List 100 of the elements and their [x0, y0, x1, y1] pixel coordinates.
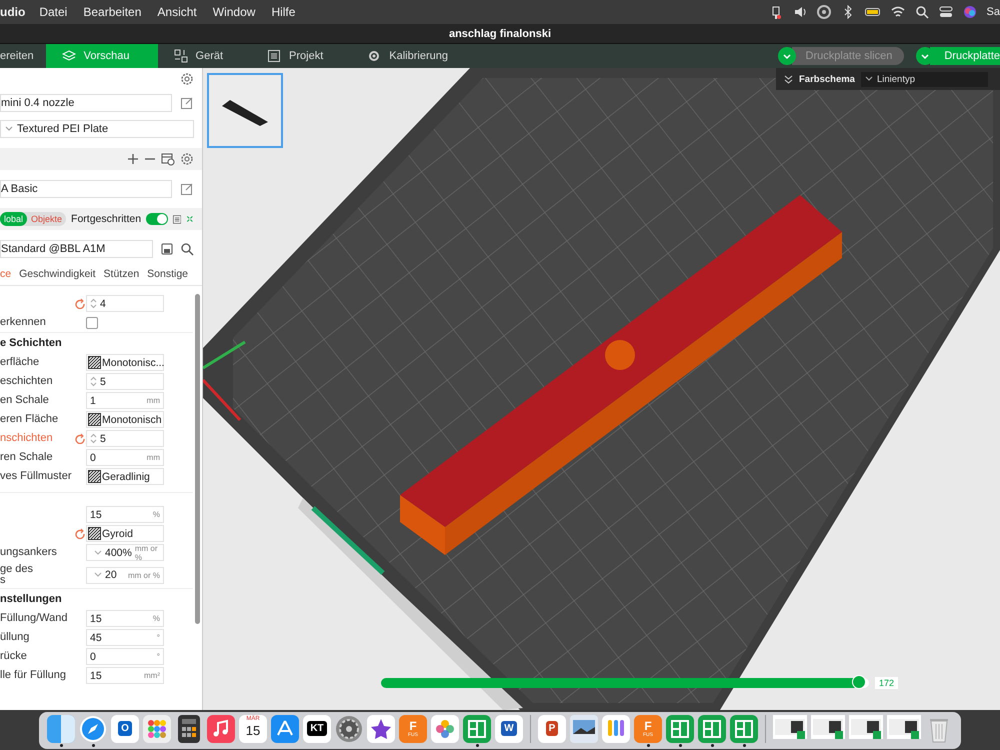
- number-field[interactable]: 45 °: [86, 629, 164, 646]
- window-thumbnail[interactable]: [849, 714, 883, 738]
- gear-icon[interactable]: [180, 72, 194, 86]
- app-store-icon[interactable]: [271, 714, 299, 742]
- flower-icon[interactable]: [431, 714, 459, 742]
- number-field[interactable]: 15 mm²: [86, 667, 164, 684]
- pattern-dropdown[interactable]: Monotonisc...: [86, 354, 164, 371]
- chevron-icon[interactable]: [778, 47, 796, 65]
- section-heading: e Schichten: [0, 332, 193, 353]
- number-field[interactable]: 1 mm: [86, 392, 164, 409]
- value-dropdown[interactable]: 20 mm or %: [86, 566, 164, 584]
- setting-label: ge des s: [0, 564, 34, 586]
- settings-tab[interactable]: Sonstige: [147, 268, 188, 280]
- keys-icon[interactable]: [602, 714, 630, 742]
- toolbar-tab[interactable]: Projekt: [251, 44, 352, 68]
- setting-label: ungsankers: [0, 547, 58, 558]
- menu-item[interactable]: Bearbeiten: [83, 5, 142, 19]
- edit-icon[interactable]: [180, 96, 194, 110]
- preview-icon[interactable]: [570, 714, 598, 742]
- app-icon[interactable]: O: [111, 714, 139, 742]
- settings-tab[interactable]: Geschwindigkeit: [19, 268, 96, 280]
- window-thumbnail[interactable]: [887, 714, 921, 738]
- calendar-sync-icon[interactable]: [161, 152, 175, 166]
- reset-icon[interactable]: [74, 528, 84, 539]
- music-note-icon[interactable]: [207, 714, 235, 742]
- speaker-icon[interactable]: [792, 5, 807, 19]
- menu-item[interactable]: Hilfe: [271, 5, 296, 19]
- number-field[interactable]: 0 mm: [86, 449, 164, 466]
- collapse-icon[interactable]: [784, 74, 793, 84]
- airdrop-icon[interactable]: [816, 5, 831, 19]
- window-app-icon[interactable]: [666, 714, 694, 742]
- toolbar-tab[interactable]: Kalibrierung: [351, 44, 476, 68]
- control-center-icon[interactable]: [938, 5, 953, 19]
- search-icon[interactable]: [914, 5, 929, 19]
- window-app-icon[interactable]: [730, 714, 758, 742]
- siri-icon[interactable]: [962, 5, 977, 19]
- stepper-icon: [90, 298, 97, 309]
- app-icon[interactable]: P: [538, 714, 566, 742]
- chevron-icon: [5, 126, 13, 132]
- chevron-icon: [864, 76, 873, 82]
- window-thumbnail[interactable]: [811, 714, 845, 738]
- user-name: Sa: [986, 6, 1000, 18]
- edit-icon[interactable]: [180, 182, 194, 196]
- advanced-label: Fortgeschritten: [71, 213, 142, 225]
- number-field[interactable]: 4: [86, 295, 164, 312]
- number-field[interactable]: 0 °: [86, 648, 164, 665]
- app-icon[interactable]: W: [495, 714, 523, 742]
- battery-icon[interactable]: [864, 5, 881, 19]
- gear-icon[interactable]: [335, 714, 363, 742]
- plus-icon[interactable]: [127, 153, 139, 165]
- plate-dropdown[interactable]: Textured PEI Plate: [0, 120, 194, 138]
- printer-field[interactable]: mini 0.4 nozzle: [0, 94, 172, 112]
- number-field[interactable]: 15 %: [86, 610, 164, 627]
- reset-icon[interactable]: [74, 298, 84, 309]
- calculator-icon[interactable]: [175, 714, 203, 742]
- plate-thumbnail[interactable]: [207, 73, 283, 148]
- compass-icon[interactable]: [79, 714, 107, 742]
- setting-label: rücke: [0, 651, 28, 662]
- app-menu[interactable]: udio: [0, 5, 26, 19]
- pattern-dropdown[interactable]: Gyroid: [86, 525, 164, 542]
- stepper-icon: [90, 433, 97, 444]
- hatch-icon: [88, 527, 101, 540]
- pattern-dropdown[interactable]: Monotonisch: [86, 411, 164, 428]
- menu-item[interactable]: Window: [212, 5, 256, 19]
- window-app-icon[interactable]: [463, 714, 491, 742]
- checkbox[interactable]: [86, 316, 98, 328]
- chevron-icon: [94, 572, 102, 578]
- save-icon[interactable]: [161, 243, 173, 255]
- wifi-icon[interactable]: [890, 5, 905, 19]
- toolbar-tab[interactable]: Gerät: [158, 44, 252, 68]
- gear-icon: [367, 49, 382, 63]
- preset-field[interactable]: Standard @BBL A1M: [0, 240, 153, 258]
- number-field[interactable]: 5: [86, 430, 164, 447]
- settings-tab[interactable]: Stützen: [104, 268, 140, 280]
- section-heading: nstellungen: [0, 588, 193, 609]
- pattern-dropdown[interactable]: Geradlinig: [86, 468, 164, 485]
- toolbar-tab[interactable]: ereiten: [0, 44, 46, 68]
- reset-icon[interactable]: [74, 433, 84, 444]
- window-app-icon[interactable]: [698, 714, 726, 742]
- layer-number: 172: [875, 677, 898, 689]
- advanced-switch[interactable]: [146, 213, 168, 225]
- menu-item[interactable]: Datei: [39, 5, 68, 19]
- gear-icon[interactable]: [180, 152, 194, 166]
- number-field[interactable]: 5: [86, 373, 164, 390]
- scrollbar[interactable]: [195, 294, 200, 624]
- setting-label: nschichten: [0, 433, 54, 444]
- setting-label: lle für Füllung: [0, 670, 68, 681]
- filament-field[interactable]: A Basic: [0, 180, 172, 198]
- stepper-icon: [90, 376, 97, 387]
- list-icon[interactable]: [173, 212, 182, 226]
- menu-item[interactable]: Ansicht: [157, 5, 197, 19]
- color-scheme-dropdown[interactable]: Linientyp: [860, 72, 988, 86]
- search-icon[interactable]: [181, 242, 194, 256]
- setting-label: ren Schale: [0, 452, 54, 463]
- setting-label: erkennen: [0, 317, 47, 328]
- chevron-icon: [94, 550, 102, 556]
- hatch-icon: [88, 356, 101, 369]
- window-thumbnail[interactable]: [773, 714, 807, 738]
- number-field[interactable]: 15 %: [86, 506, 164, 523]
- app-icon[interactable]: KT: [303, 714, 331, 742]
